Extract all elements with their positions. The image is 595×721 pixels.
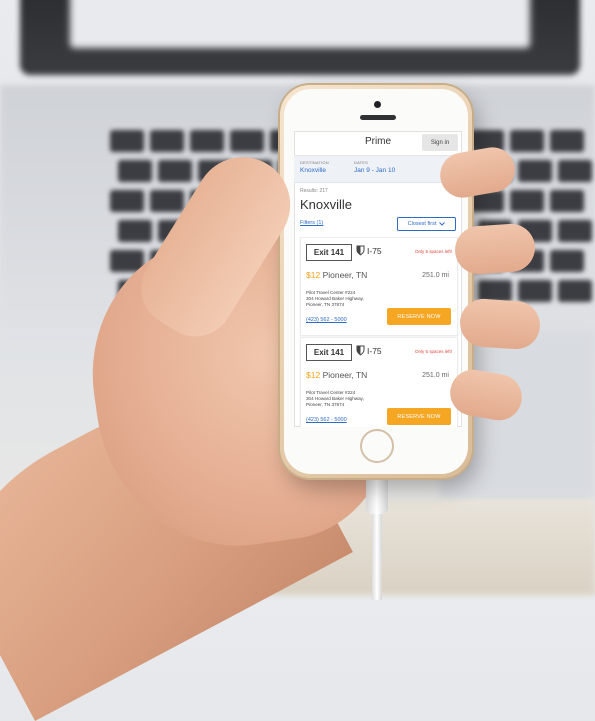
keyboard-key	[230, 130, 264, 152]
phone-front-face: Prime Sign in DESTINATION Knoxville DATE…	[284, 89, 468, 474]
dates-value: Jan 9 - Jan 10	[354, 167, 396, 174]
listing-card[interactable]: Exit 141 I-75 Only 5 spaces left! $12 Pi…	[300, 237, 458, 336]
highway-label: I-75	[367, 346, 382, 356]
keyboard-key	[518, 280, 552, 302]
results-count: Results: 217	[300, 188, 328, 194]
location: Pioneer, TN	[322, 370, 368, 380]
price: $12	[306, 270, 321, 280]
filters-link[interactable]: Filters (1)	[300, 220, 323, 226]
middle-finger	[453, 222, 537, 276]
chevron-down-icon	[439, 222, 446, 226]
city-heading: Knoxville	[300, 197, 353, 212]
keyboard-key	[118, 160, 152, 182]
reserve-now-button[interactable]: RESERVE NOW	[387, 408, 451, 425]
sort-dropdown[interactable]: Closest first	[397, 217, 456, 231]
lightning-cable	[372, 510, 382, 600]
smartphone: Prime Sign in DESTINATION Knoxville DATE…	[280, 85, 472, 478]
highway-label: I-75	[367, 246, 382, 256]
dates-label: DATES	[354, 160, 369, 165]
keyboard-key	[510, 130, 544, 152]
price-location: $12 Pioneer, TN	[306, 270, 367, 280]
phone-number-link[interactable]: (423) 562 - 5000	[306, 417, 347, 423]
sign-in-button[interactable]: Sign in	[422, 134, 458, 151]
address: Pilot Travel Center #224 304 Howard Bake…	[306, 390, 386, 408]
reserve-now-button[interactable]: RESERVE NOW	[387, 308, 451, 325]
keyboard-key	[118, 220, 152, 242]
lightning-cable-plug	[366, 476, 388, 514]
keyboard-key	[150, 190, 184, 212]
listing-card[interactable]: Exit 141 I-75 Only 5 spaces left! $12 Pi…	[300, 337, 458, 427]
exit-badge: Exit 141	[306, 244, 352, 261]
keyboard-key	[158, 160, 192, 182]
distance: 251.0 mi	[422, 372, 449, 379]
address-line: Pioneer, TN 37874	[306, 302, 345, 307]
location: Pioneer, TN	[322, 270, 368, 280]
keyboard-key	[550, 130, 584, 152]
search-bar[interactable]: DESTINATION Knoxville DATES Jan 9 - Jan …	[294, 156, 462, 183]
home-button[interactable]	[360, 429, 394, 463]
laptop-screen-background	[20, 0, 580, 75]
destination-value: Knoxville	[300, 167, 327, 174]
phone-screen: Prime Sign in DESTINATION Knoxville DATE…	[294, 131, 462, 427]
keyboard-key	[558, 220, 592, 242]
keyboard-key	[190, 130, 224, 152]
keyboard-key	[518, 160, 552, 182]
availability-warning: Only 5 spaces left!	[414, 249, 452, 254]
ring-finger	[458, 297, 542, 351]
phone-number-link[interactable]: (423) 562 - 5000	[306, 317, 347, 323]
destination-field[interactable]: DESTINATION Knoxville	[300, 160, 329, 174]
price: $12	[306, 370, 321, 380]
keyboard-key	[558, 160, 592, 182]
keyboard-key	[550, 190, 584, 212]
price-location: $12 Pioneer, TN	[306, 370, 367, 380]
interstate-shield-icon	[356, 345, 365, 356]
dates-field[interactable]: DATES Jan 9 - Jan 10	[354, 160, 395, 174]
keyboard-key	[510, 190, 544, 212]
keyboard-key	[110, 190, 144, 212]
keyboard-key	[558, 280, 592, 302]
exit-badge: Exit 141	[306, 344, 352, 361]
filter-row: Filters (1) Closest first	[294, 212, 462, 232]
keyboard-key	[150, 130, 184, 152]
earpiece-speaker	[360, 115, 396, 120]
app-header: Prime Sign in	[294, 131, 462, 156]
sort-label: Closest first	[407, 221, 437, 227]
availability-warning: Only 5 spaces left!	[414, 349, 452, 354]
front-camera	[374, 101, 381, 108]
keyboard-key	[550, 250, 584, 272]
destination-label: DESTINATION	[300, 160, 329, 165]
address: Pilot Travel Center #224 304 Howard Bake…	[306, 290, 386, 308]
interstate-shield-icon	[356, 245, 365, 256]
laptop-display	[70, 0, 530, 48]
address-line: Pioneer, TN 37874	[306, 402, 345, 407]
keyboard-key	[110, 130, 144, 152]
distance: 251.0 mi	[422, 272, 449, 279]
